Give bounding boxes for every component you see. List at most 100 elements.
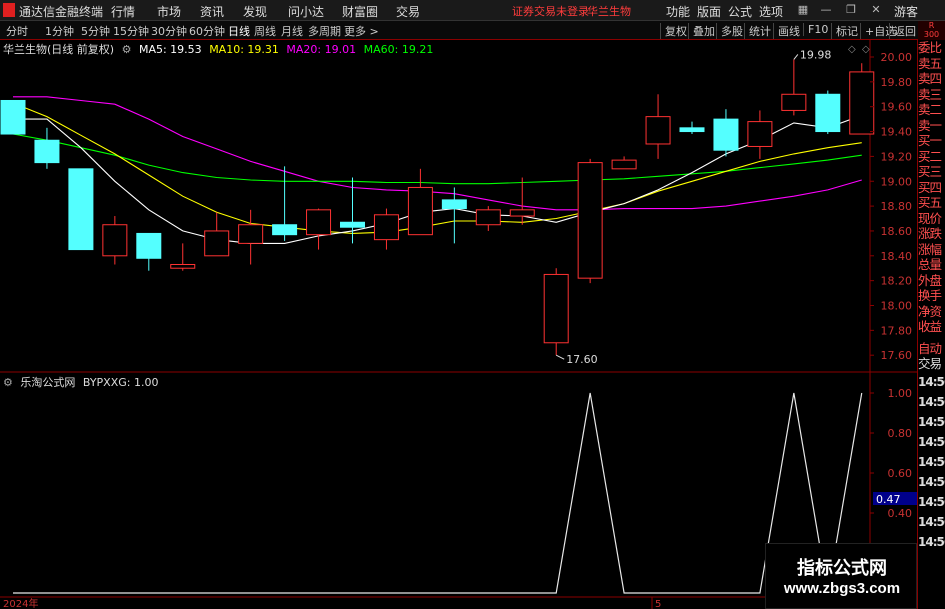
y-tick-label: 18.20 [881,275,913,288]
period-15min[interactable]: 15分钟 [113,23,149,39]
tick-time: 14:56 [918,414,945,429]
btn-draw[interactable]: 画线 [773,23,800,39]
sidebar-mode-item[interactable]: 自动 [918,341,945,357]
candle [645,94,671,159]
candle [204,212,230,257]
period-30min[interactable]: 30分钟 [151,23,187,39]
stock-name-label[interactable]: 华兰生物(日线 前复权) [3,43,114,56]
sidebar-item: 涨跌 [918,226,942,241]
close-icon[interactable]: ✕ [870,4,882,16]
x-year-label: 2024年 [3,597,38,609]
price-annotation: 19.98 [800,48,832,61]
btn-f10[interactable]: F10 [803,23,828,36]
y-tick-label: 18.40 [881,250,913,263]
watermark-url: www.zbgs3.com [783,580,901,597]
period-monthly[interactable]: 月线 [281,23,303,39]
watermark-title: 指标公式网 [797,558,887,579]
tick-time: 14:56 [918,514,945,529]
candle-body [713,118,739,151]
candle [577,158,603,284]
period-more[interactable]: 更多 > [344,23,379,39]
price-annotation: 17.60 [566,353,598,366]
sidebar-item: 卖四 [918,71,942,86]
menu-function[interactable]: 功能 [666,3,690,20]
menu-formula[interactable]: 公式 [728,3,752,20]
y-tick-label: 19.60 [881,101,913,114]
btn-adjust[interactable]: 复权 [660,23,687,39]
candle [272,166,298,241]
kline-chart[interactable]: 19.98 17.60 20.00 19.80 19.60 19.40 19.20 19.0… [0,40,917,609]
candle-body [0,99,26,135]
candle-body [577,162,603,279]
candle-body [815,93,841,133]
candle-body [34,139,60,164]
period-60min[interactable]: 60分钟 [189,23,225,39]
chart-frame [0,40,917,609]
tick-time: 14:56 [918,534,945,549]
menu-options[interactable]: 选项 [759,3,783,20]
y-tick-label: 18.00 [881,300,913,313]
period-weekly[interactable]: 周线 [254,23,276,39]
x-axis: 2024年 5 [3,597,661,609]
menu-ask-xiaoda[interactable]: 问小达 [288,3,324,20]
candle [0,99,26,135]
btn-overlay[interactable]: 叠加 [688,23,715,39]
period-multi[interactable]: 多周期 [308,23,341,39]
menu-news[interactable]: 资讯 [200,3,224,20]
candle-body [475,209,501,226]
btn-mark[interactable]: 标记 [831,23,858,39]
period-1min[interactable]: 1分钟 [45,23,74,39]
candle-body [136,232,162,259]
period-5min[interactable]: 5分钟 [81,23,110,39]
tick-time: 14:56 [918,474,945,489]
candle-body [781,93,807,111]
sidebar-item: 卖二 [918,102,942,117]
minimize-icon[interactable]: — [820,4,832,16]
sub-indicator-value: BYPXXG: 1.00 [82,376,159,389]
btn-statistics[interactable]: 统计 [744,23,771,39]
candle [713,109,739,157]
candle [373,208,399,250]
candle [747,110,773,159]
sub-y-tick-label: 0.80 [888,427,913,440]
menu-quotes[interactable]: 行情 [111,3,135,20]
grid-icon[interactable]: ▦ [797,4,809,16]
btn-multi-stock[interactable]: 多股 [716,23,743,39]
guest-label[interactable]: 游客 [894,3,918,20]
sidebar-mode-item[interactable]: 交易 [918,356,945,372]
sub-y-axis: 1.000.800.600.400.200.47 [870,387,917,560]
candle-body [679,127,705,133]
menu-wealth-circle[interactable]: 财富圈 [342,3,378,20]
period-intraday[interactable]: 分时 [6,23,28,39]
notice-stock-name[interactable]: 华兰生物 [587,3,631,19]
sub-y-tick-label: 1.00 [888,387,913,400]
ma20-label: MA20: 19.01 [286,43,357,56]
r-indicator: R 300 [918,21,945,40]
sidebar-item: 涨幅 [918,241,942,257]
r-value: 300 [923,30,940,39]
candle-body [204,230,230,257]
restore-icon[interactable]: ❐ [845,4,857,16]
menu-trade[interactable]: 交易 [396,3,420,20]
sub-settings-gear-icon[interactable]: ⚙ [3,376,13,389]
login-notice[interactable]: 证券交易未登录 [512,3,589,19]
period-daily[interactable]: 日线 [228,23,250,39]
menu-layout[interactable]: 版面 [697,3,721,20]
y-tick-label: 18.80 [881,200,913,213]
sidebar-item: 买四 [918,179,942,195]
candle-body [238,224,264,244]
settings-gear-icon[interactable]: ⚙ [122,43,132,56]
sidebar-item: 买五 [918,195,942,210]
candle [543,268,569,356]
btn-back[interactable]: 返回 [889,23,916,39]
sub-indicator [13,392,863,594]
sidebar-item: 买二 [918,148,942,164]
sidebar-item: 买一 [918,133,942,148]
sidebar-item: 现价 [918,210,942,226]
current-value-label: 0.47 [876,493,901,506]
candle [475,206,501,231]
menu-market[interactable]: 市场 [157,3,181,20]
sidebar-item: 卖五 [918,55,942,71]
sub-indicator-name[interactable]: 乐淘公式网 [20,376,75,389]
menu-discover[interactable]: 发现 [243,3,267,20]
